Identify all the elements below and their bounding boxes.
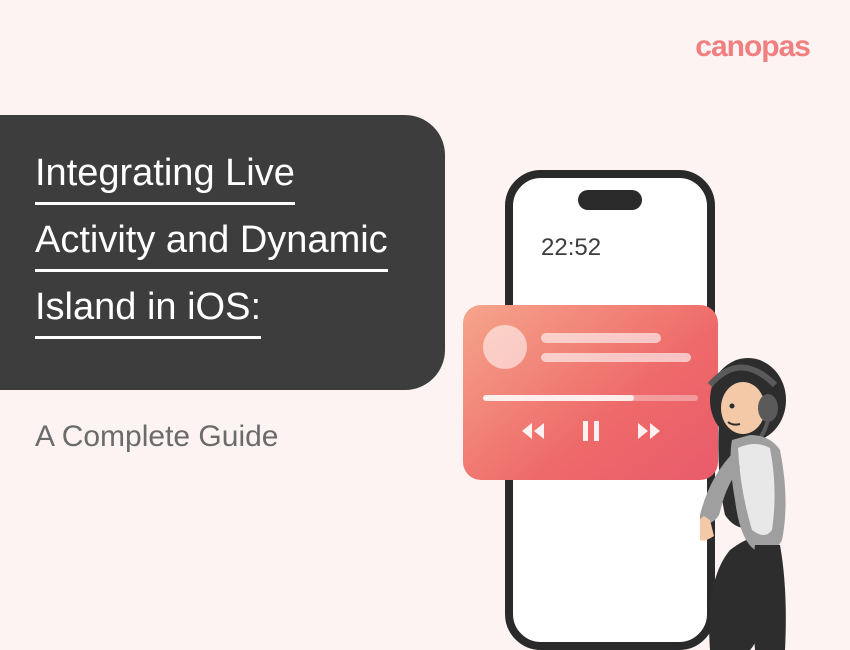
title-line-1: Integrating Live bbox=[35, 152, 295, 205]
person-skirt bbox=[753, 545, 786, 650]
widget-text-lines bbox=[541, 333, 698, 362]
widget-header bbox=[483, 325, 698, 369]
person-illustration bbox=[700, 340, 850, 650]
widget-title-placeholder bbox=[541, 333, 661, 343]
title-line-2: Activity and Dynamic bbox=[35, 219, 388, 272]
title-card: Integrating Live Activity and Dynamic Is… bbox=[0, 115, 445, 390]
rewind-icon bbox=[519, 419, 547, 443]
phone-time: 22:52 bbox=[541, 234, 601, 262]
widget-subtitle-placeholder bbox=[541, 353, 691, 362]
subtitle: A Complete Guide bbox=[35, 420, 278, 454]
widget-avatar bbox=[483, 325, 527, 369]
progress-bar bbox=[483, 395, 698, 401]
forward-icon bbox=[635, 419, 663, 443]
person-skirt-left bbox=[709, 539, 760, 650]
headphone-cup bbox=[758, 394, 778, 422]
eye bbox=[730, 404, 735, 409]
live-activity-widget bbox=[463, 305, 718, 480]
media-controls bbox=[483, 419, 698, 443]
brand-logo: canopas bbox=[695, 30, 810, 64]
progress-fill bbox=[483, 395, 634, 401]
title-line-3: Island in iOS: bbox=[35, 286, 261, 339]
pause-icon bbox=[577, 419, 605, 443]
dynamic-island bbox=[578, 190, 642, 210]
